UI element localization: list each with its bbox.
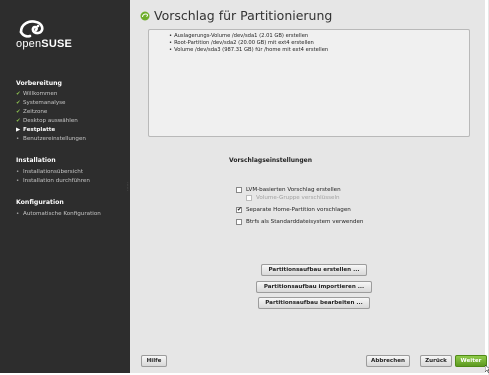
chameleon-logo-icon xyxy=(19,20,44,38)
pending-bullet-icon: • xyxy=(16,136,20,142)
brand-name: openSUSE xyxy=(16,38,72,50)
step-uebersicht: • Installationsübersicht xyxy=(16,169,83,175)
summary-item: Volume /dev/sda3 (987.31 GB) für /home m… xyxy=(169,47,469,54)
help-button[interactable]: Hilfe xyxy=(141,355,167,367)
pending-bullet-icon: • xyxy=(16,211,20,217)
checkbox-label: Volume-Gruppe verschlüsseln xyxy=(256,195,340,201)
step-label: Zeitzone xyxy=(23,109,48,115)
step-durchfuehren: • Installation durchführen xyxy=(16,178,90,184)
step-label: Willkommen xyxy=(23,91,58,97)
installer-window: openSUSE Vorbereitung ✔ Willkommen ✔ Syste… xyxy=(0,0,489,375)
pending-bullet-icon: • xyxy=(16,178,20,184)
step-label: Systemanalyse xyxy=(23,100,66,106)
next-button[interactable]: Weiter xyxy=(455,355,487,367)
step-zeitzone: ✔ Zeitzone xyxy=(16,109,47,115)
brand-prefix: open xyxy=(16,38,42,50)
back-button[interactable]: Zurück xyxy=(420,355,452,367)
checkbox-box-checked[interactable]: ✔ xyxy=(236,207,242,213)
checkbox-box[interactable] xyxy=(236,187,242,193)
check-icon: ✔ xyxy=(16,118,21,124)
step-label: Installationsübersicht xyxy=(23,169,84,175)
step-label: Desktop auswählen xyxy=(23,118,78,124)
main-content: Vorschlag für Partitionierung Auslagerun… xyxy=(130,0,489,373)
import-partition-setup-button[interactable]: Partitionsaufbau importieren ... xyxy=(256,281,372,293)
step-label: Installation durchführen xyxy=(23,178,90,184)
settings-heading: Vorschlagseinstellungen xyxy=(229,157,312,164)
home-partition-checkbox[interactable]: ✔ Separate Home-Partition vorschlagen xyxy=(236,207,351,213)
step-willkommen: ✔ Willkommen xyxy=(16,91,57,97)
edit-partition-setup-button[interactable]: Partitionsaufbau bearbeiten ... xyxy=(258,297,370,309)
abort-button[interactable]: Abbrechen xyxy=(366,355,410,367)
btrfs-checkbox[interactable]: Btrfs als Standarddateisystem verwenden xyxy=(236,219,363,225)
step-auto-konfig: • Automatische Konfiguration xyxy=(16,211,101,217)
lvm-encrypt-checkbox: Volume-Gruppe verschlüsseln xyxy=(246,195,340,201)
step-label: Automatische Konfiguration xyxy=(23,211,101,217)
summary-item: Root-Partition /dev/sda2 (20.00 GB) mit … xyxy=(169,40,469,47)
checkbox-label: Btrfs als Standarddateisystem verwenden xyxy=(246,219,364,225)
check-icon: ✔ xyxy=(16,91,21,97)
mouse-pointer-icon xyxy=(485,365,489,373)
opensuse-logo: openSUSE xyxy=(16,18,76,58)
step-systemanalyse: ✔ Systemanalyse xyxy=(16,100,65,106)
step-label: Festplatte xyxy=(23,127,56,133)
checkbox-box xyxy=(246,195,252,201)
chameleon-title-icon xyxy=(140,11,150,20)
pending-bullet-icon: • xyxy=(16,169,20,175)
current-step-arrow-icon: ▶ xyxy=(16,127,21,133)
create-partition-setup-button[interactable]: Partitionsaufbau erstellen ... xyxy=(261,264,367,276)
checkbox-box[interactable] xyxy=(236,219,242,225)
check-icon: ✔ xyxy=(16,109,21,115)
sidebar: openSUSE Vorbereitung ✔ Willkommen ✔ Syste… xyxy=(0,0,130,373)
step-desktop: ✔ Desktop auswählen xyxy=(16,118,78,124)
section-installation: Installation xyxy=(16,157,56,164)
brand-suffix: SUSE xyxy=(41,38,73,50)
checkbox-label: LVM-basierten Vorschlag erstellen xyxy=(246,187,341,193)
section-konfiguration: Konfiguration xyxy=(16,199,64,206)
proposal-summary[interactable]: Auslagerungs-Volume /dev/sda1 (2.01 GB) … xyxy=(148,29,470,137)
summary-item: Auslagerungs-Volume /dev/sda1 (2.01 GB) … xyxy=(169,33,469,40)
section-vorbereitung: Vorbereitung xyxy=(16,80,62,87)
page-title-text: Vorschlag für Partitionierung xyxy=(154,8,333,23)
step-festplatte: ▶ Festplatte xyxy=(16,127,55,133)
step-benutzer: • Benutzereinstellungen xyxy=(16,136,86,142)
step-label: Benutzereinstellungen xyxy=(23,136,86,142)
lvm-checkbox[interactable]: LVM-basierten Vorschlag erstellen xyxy=(236,187,341,193)
checkbox-label: Separate Home-Partition vorschlagen xyxy=(246,207,351,213)
check-icon: ✔ xyxy=(16,100,21,106)
sidebar-resize-handle[interactable]: ::: xyxy=(127,182,129,197)
page-title: Vorschlag für Partitionierung xyxy=(140,8,332,23)
